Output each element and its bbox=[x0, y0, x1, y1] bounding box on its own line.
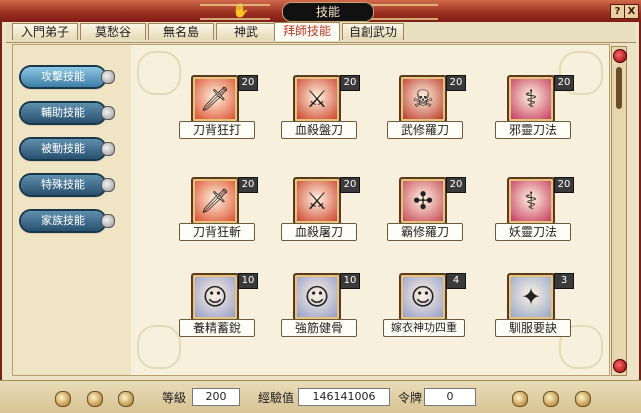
skill-grid: 🗡 20 刀背狂打 ⚔ 20 血殺盤刀 ☠ 20 武修羅刀 ⚕ 20 邪靈刀法 🗡 20 刀背狂斬 ⚔ 20 血殺… bbox=[131, 45, 609, 375]
tab-bar: 入門弟子 莫愁谷 無名島 神武 拜師技能 自創武功 bbox=[6, 22, 636, 43]
taming-icon[interactable]: ✦ bbox=[507, 273, 555, 321]
skill-tile[interactable]: ☠ 20 武修羅刀 bbox=[387, 75, 467, 153]
token-value: 0 bbox=[424, 388, 476, 406]
scroll-thumb[interactable] bbox=[616, 67, 622, 109]
category-attack-button[interactable]: 攻擊技能 bbox=[21, 67, 115, 87]
blood-blade-icon[interactable]: ⚔ bbox=[293, 75, 341, 123]
tab-shenwu[interactable]: 神武 bbox=[216, 23, 276, 40]
skill-tile[interactable]: 🗡 20 刀背狂斬 bbox=[179, 177, 259, 255]
skill-tile[interactable]: ⚔ 20 血殺盤刀 bbox=[281, 75, 361, 153]
evil-spirit-icon[interactable]: ⚕ bbox=[507, 75, 555, 123]
skill-name-label: 嫁衣神功四重 bbox=[383, 319, 465, 337]
skill-tile[interactable]: ☺ 4 嫁衣神功四重 bbox=[383, 273, 467, 351]
skill-name-label: 強筋健骨 bbox=[281, 319, 357, 337]
corner-ornament bbox=[137, 325, 181, 369]
vertical-scrollbar[interactable] bbox=[611, 46, 627, 376]
skill-name-label: 妖靈刀法 bbox=[495, 223, 571, 241]
skill-level-badge: 20 bbox=[238, 75, 258, 91]
category-label: 家族技能 bbox=[41, 214, 85, 227]
title-bar[interactable]: ✋ 技能 ? X bbox=[0, 0, 641, 22]
knob-icon bbox=[101, 70, 115, 84]
skill-level-badge: 3 bbox=[554, 273, 574, 289]
category-passive-button[interactable]: 被動技能 bbox=[21, 139, 115, 159]
skill-name-label: 血殺屠刀 bbox=[281, 223, 357, 241]
wedding-gown-icon[interactable]: ☺ bbox=[399, 273, 447, 321]
skill-tile[interactable]: ☺ 10 強筋健骨 bbox=[281, 273, 361, 351]
skill-name-label: 血殺盤刀 bbox=[281, 121, 357, 139]
exp-label: 經驗值 bbox=[258, 391, 295, 405]
skill-level-badge: 20 bbox=[554, 75, 574, 91]
level-label: 等級 bbox=[162, 391, 187, 405]
category-support-button[interactable]: 輔助技能 bbox=[21, 103, 115, 123]
asura-mask-icon[interactable]: ☠ bbox=[399, 75, 447, 123]
skill-tile[interactable]: ✣ 20 霸修羅刀 bbox=[387, 177, 467, 255]
skill-level-badge: 20 bbox=[340, 177, 360, 193]
orb-ornament-icon bbox=[87, 391, 103, 407]
tab-custom-martial-arts[interactable]: 自創武功 bbox=[342, 23, 404, 40]
category-column: 攻擊技能 輔助技能 被動技能 特殊技能 家族技能 bbox=[13, 45, 132, 375]
skill-name-label: 馴服要訣 bbox=[495, 319, 571, 337]
orb-ornament-icon bbox=[55, 391, 71, 407]
orb-ornament-icon bbox=[575, 391, 591, 407]
knob-icon bbox=[101, 178, 115, 192]
tab-beginner[interactable]: 入門弟子 bbox=[12, 23, 78, 40]
skill-level-badge: 20 bbox=[238, 177, 258, 193]
category-family-button[interactable]: 家族技能 bbox=[21, 211, 115, 231]
category-label: 攻擊技能 bbox=[41, 70, 85, 83]
skill-level-badge: 20 bbox=[446, 177, 466, 193]
status-bar: 等級 200 經驗值 146141006 令牌 0 bbox=[0, 380, 641, 413]
title-ornament-left bbox=[200, 4, 270, 20]
strong-muscle-icon[interactable]: ☺ bbox=[293, 273, 341, 321]
skill-name-label: 武修羅刀 bbox=[387, 121, 463, 139]
tyrant-asura-icon[interactable]: ✣ bbox=[399, 177, 447, 225]
level-value: 200 bbox=[192, 388, 240, 406]
skill-tile[interactable]: ⚕ 20 妖靈刀法 bbox=[495, 177, 575, 255]
token-label: 令牌 bbox=[398, 391, 423, 405]
category-label: 被動技能 bbox=[41, 142, 85, 155]
blade-slash-icon[interactable]: 🗡 bbox=[191, 177, 239, 225]
skill-level-badge: 10 bbox=[340, 273, 360, 289]
skill-tile[interactable]: ☺ 10 養精蓄銳 bbox=[179, 273, 259, 351]
skill-name-label: 刀背狂打 bbox=[179, 121, 255, 139]
window-title: 技能 bbox=[282, 2, 374, 22]
skill-name-label: 養精蓄銳 bbox=[179, 319, 255, 337]
skill-tile[interactable]: ⚔ 20 血殺屠刀 bbox=[281, 177, 361, 255]
skill-name-label: 霸修羅刀 bbox=[387, 223, 463, 241]
orb-ornament-icon bbox=[118, 391, 134, 407]
tab-mochou-valley[interactable]: 莫愁谷 bbox=[80, 23, 146, 40]
tab-master-skills[interactable]: 拜師技能 bbox=[274, 22, 340, 41]
help-button[interactable]: ? bbox=[610, 4, 625, 19]
exp-value: 146141006 bbox=[298, 388, 390, 406]
slaughter-blade-icon[interactable]: ⚔ bbox=[293, 177, 341, 225]
category-label: 輔助技能 bbox=[41, 106, 85, 119]
scroll-up-button[interactable] bbox=[613, 49, 627, 63]
rest-up-icon[interactable]: ☺ bbox=[191, 273, 239, 321]
demon-spirit-icon[interactable]: ⚕ bbox=[507, 177, 555, 225]
corner-ornament bbox=[137, 51, 181, 95]
knob-icon bbox=[101, 214, 115, 228]
skill-level-badge: 4 bbox=[446, 273, 466, 289]
skill-name-label: 邪靈刀法 bbox=[495, 121, 571, 139]
title-ornament-right bbox=[368, 4, 438, 20]
close-button[interactable]: X bbox=[624, 4, 639, 19]
scroll-down-button[interactable] bbox=[613, 359, 627, 373]
skill-level-badge: 10 bbox=[238, 273, 258, 289]
tab-nameless-island[interactable]: 無名島 bbox=[148, 23, 214, 40]
skill-tile[interactable]: ✦ 3 馴服要訣 bbox=[495, 273, 575, 351]
knob-icon bbox=[101, 142, 115, 156]
skill-name-label: 刀背狂斬 bbox=[179, 223, 255, 241]
skill-tile[interactable]: ⚕ 20 邪靈刀法 bbox=[495, 75, 575, 153]
category-special-button[interactable]: 特殊技能 bbox=[21, 175, 115, 195]
skill-panel: 攻擊技能 輔助技能 被動技能 特殊技能 家族技能 🗡 20 刀背狂打 ⚔ 20 血殺盤刀 ☠… bbox=[12, 44, 610, 376]
orb-ornament-icon bbox=[543, 391, 559, 407]
skill-tile[interactable]: 🗡 20 刀背狂打 bbox=[179, 75, 259, 153]
knob-icon bbox=[101, 106, 115, 120]
category-label: 特殊技能 bbox=[41, 178, 85, 191]
orb-ornament-icon bbox=[512, 391, 528, 407]
skill-level-badge: 20 bbox=[446, 75, 466, 91]
skill-level-badge: 20 bbox=[340, 75, 360, 91]
skill-level-badge: 20 bbox=[554, 177, 574, 193]
blade-fist-icon[interactable]: 🗡 bbox=[191, 75, 239, 123]
